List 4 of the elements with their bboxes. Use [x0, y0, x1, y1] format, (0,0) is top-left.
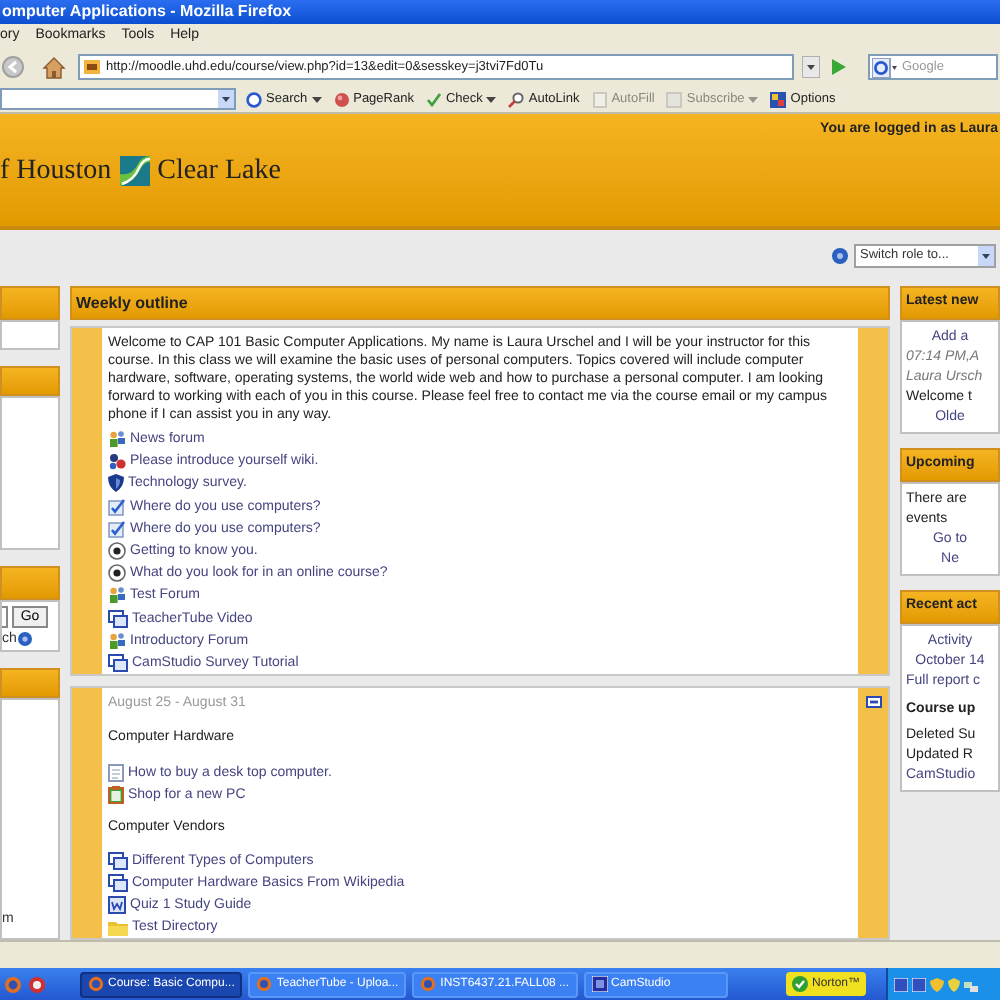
- logo-text: f Houston: [0, 153, 112, 189]
- window-title: omputer Applications - Mozilla Firefox: [2, 4, 292, 20]
- outline-title: Weekly outline: [76, 291, 188, 315]
- logo-text: Clear Lake: [157, 153, 281, 189]
